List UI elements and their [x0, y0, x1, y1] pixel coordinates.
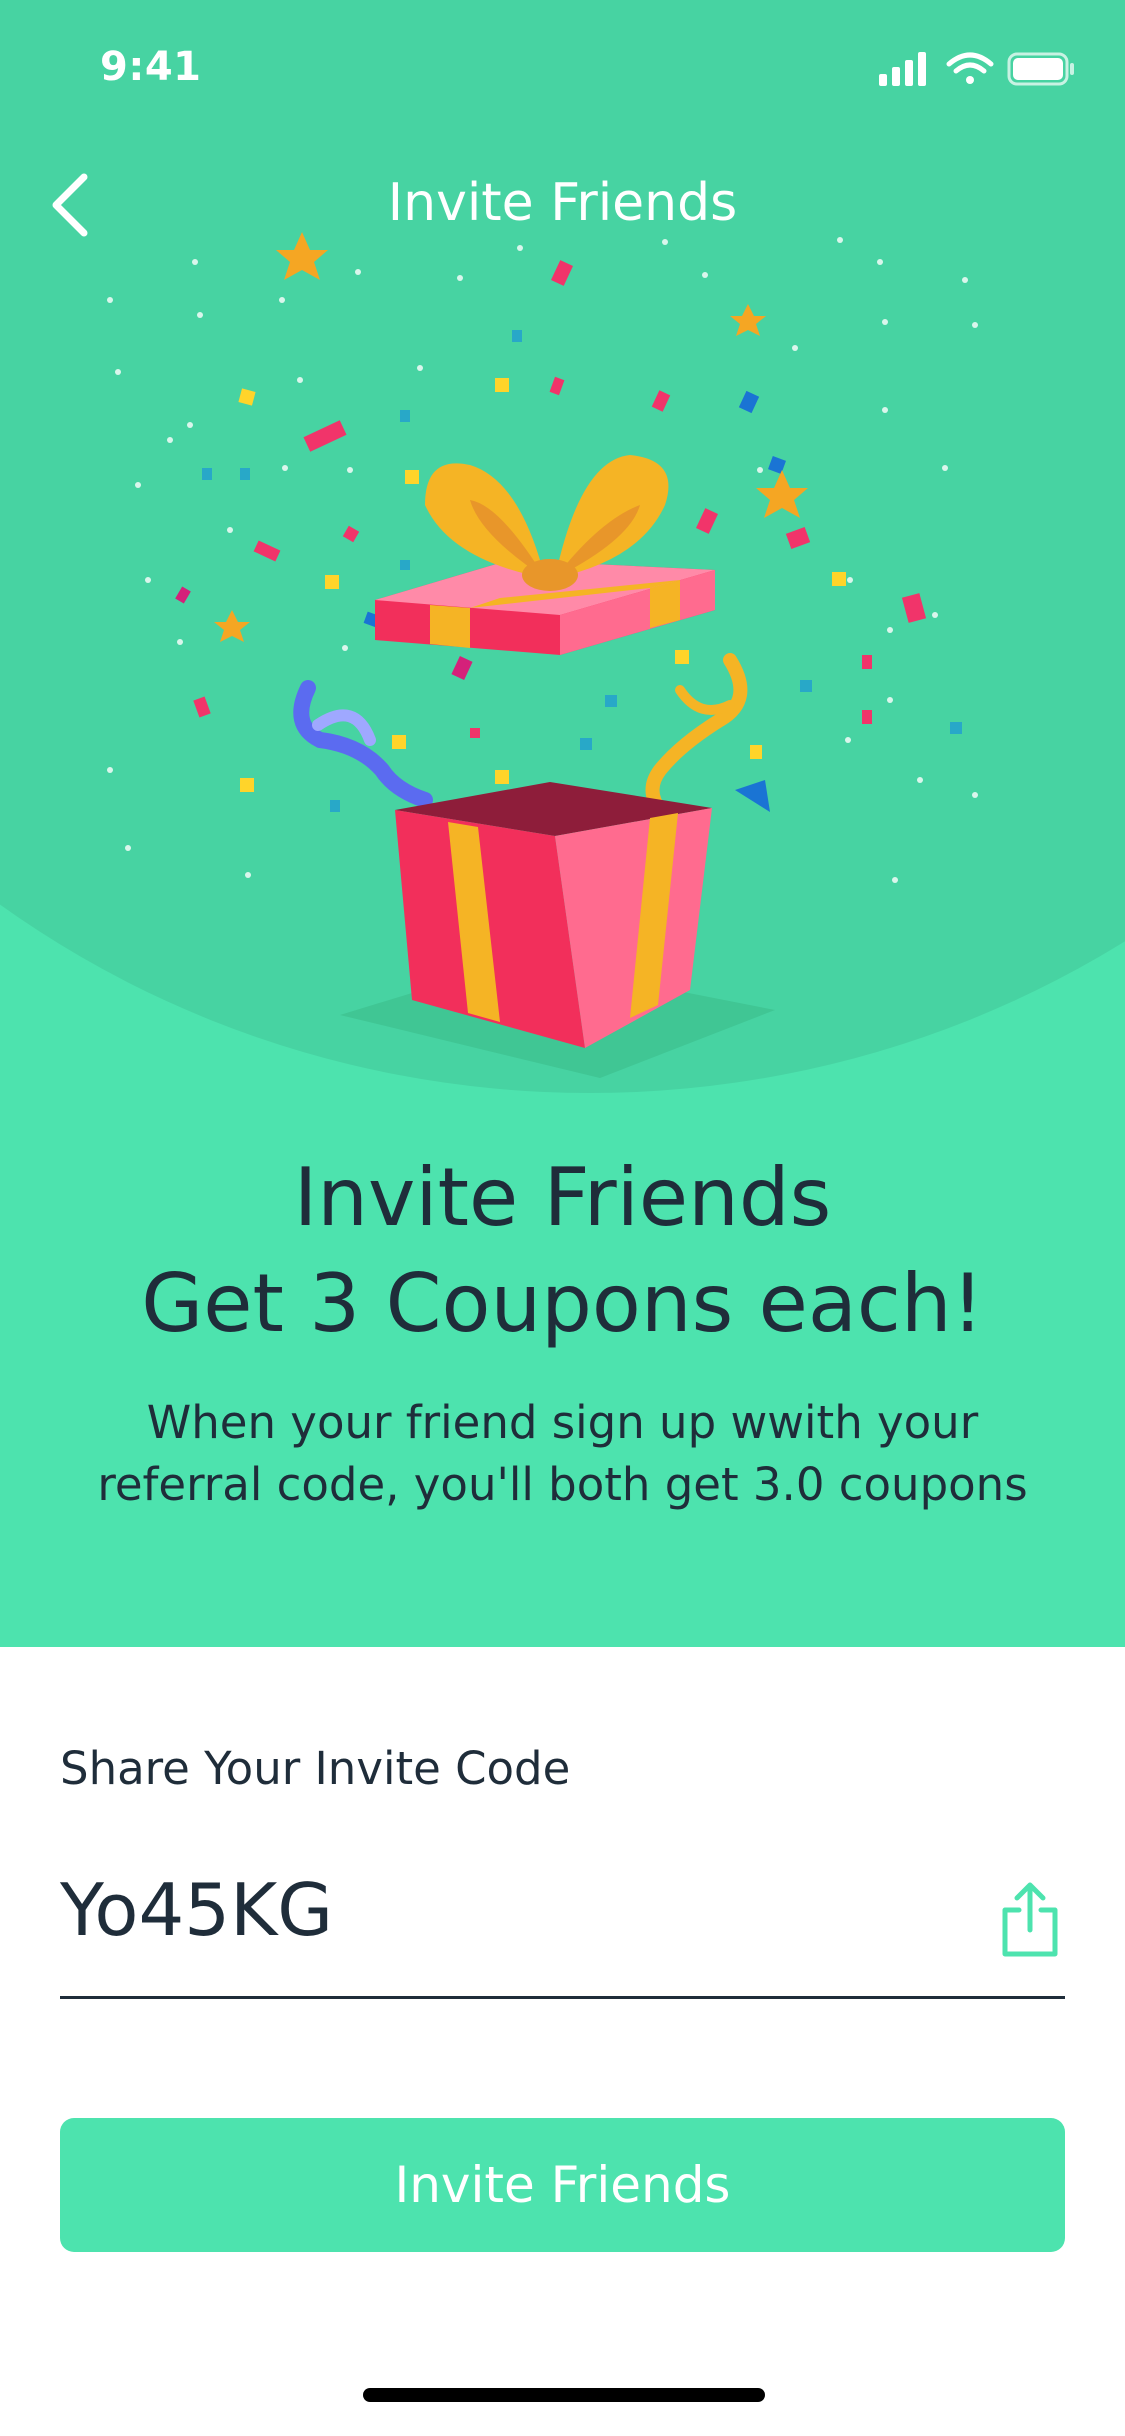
hero-headline: Invite Friends Get 3 Coupons each! [0, 1145, 1125, 1357]
headline-line-2: Get 3 Coupons each! [141, 1257, 984, 1350]
invite-code-field[interactable]: Yo45KG [60, 1860, 1065, 1999]
headline-line-1: Invite Friends [293, 1151, 832, 1244]
wifi-icon [946, 52, 994, 84]
share-icon [1002, 1882, 1058, 1957]
battery-icon [1007, 52, 1074, 86]
home-indicator[interactable] [363, 2388, 765, 2402]
hero-section: 9:41 Invite Friends Invite Friends Get 3… [0, 0, 1125, 1647]
status-icons [879, 52, 1074, 86]
description-line-1: When your friend sign up wwith your [146, 1396, 979, 1449]
share-button[interactable] [995, 1880, 1065, 1960]
signal-icon [879, 52, 926, 86]
status-time: 9:41 [100, 44, 202, 90]
hero-description: When your friend sign up wwith your refe… [0, 1392, 1125, 1516]
description-line-2: referral code, you'll both get 3.0 coupo… [97, 1458, 1028, 1511]
gift-box-confetti-illustration [107, 232, 978, 1078]
invite-friends-button[interactable]: Invite Friends [60, 2118, 1065, 2252]
invite-code-value[interactable]: Yo45KG [60, 1868, 333, 1952]
share-code-label: Share Your Invite Code [60, 1742, 571, 1795]
status-bar: 9:41 [0, 0, 1125, 140]
